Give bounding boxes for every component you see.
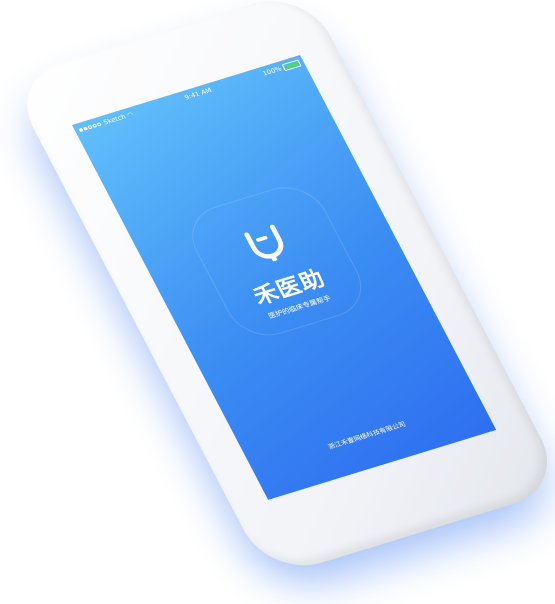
carrier-label: Sketch <box>102 112 128 127</box>
phone-mockup: Sketch ◠ 9:41 AM 100% 禾医助 医护的临床专属帮手 浙江禾壹… <box>7 0 555 598</box>
battery-percent: 100% <box>261 65 284 78</box>
wifi-icon: ◠ <box>125 110 135 120</box>
battery-icon <box>281 59 302 72</box>
signal-icon <box>77 120 103 134</box>
time-label: 9:41 AM <box>183 86 213 102</box>
